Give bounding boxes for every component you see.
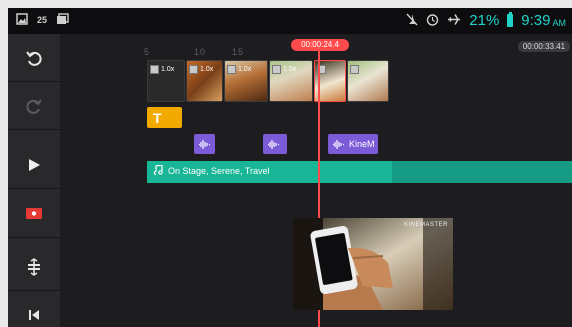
left-toolbar [8, 34, 60, 327]
skip-to-start-icon [29, 310, 39, 320]
audio-clip-label: KineM [349, 139, 375, 149]
music-track[interactable]: On Stage, Serene, Travel [147, 161, 572, 183]
silent-icon [406, 13, 418, 29]
clock-ampm: AM [552, 18, 567, 28]
video-clip[interactable]: 1.0x [147, 60, 185, 102]
music-track-label-wrap: On Stage, Serene, Travel [153, 165, 270, 176]
skip-to-start-button[interactable] [8, 291, 60, 327]
waveform-icon [199, 139, 210, 149]
video-clip[interactable] [347, 60, 389, 102]
audio-clip[interactable]: KineM [328, 134, 378, 154]
redo-icon [26, 98, 42, 114]
waveform-icon [333, 139, 344, 149]
video-clip[interactable]: 1.0x [224, 60, 268, 102]
play-button[interactable] [8, 141, 60, 189]
audio-clip[interactable] [194, 134, 215, 154]
battery-percent: 21% [469, 12, 500, 29]
layers-split-icon [28, 257, 40, 276]
airplane-icon [447, 13, 461, 29]
video-preview: KINEMASTER [293, 218, 453, 310]
layers-split-button[interactable] [8, 243, 60, 291]
clip-speed: 1.0x [150, 65, 174, 74]
status-bar-right: 21% 9:39 AM [406, 12, 566, 29]
preview-watermark: KINEMASTER [403, 222, 448, 228]
battery-icon [507, 12, 514, 27]
preview-frame [293, 218, 453, 310]
ruler-tick: 10 [194, 47, 207, 57]
status-bar: 25 21% 9:39 AM [8, 8, 572, 34]
calendar-icon: 25 [37, 15, 48, 25]
undo-icon [26, 50, 42, 66]
end-time: 00:00:33.41 [518, 41, 570, 52]
play-icon [29, 158, 40, 171]
video-clip[interactable]: 1.0x [269, 60, 313, 102]
clip-speed: 1.0x [227, 65, 251, 74]
alarm-icon [426, 13, 439, 29]
status-bar-left: 25 [16, 13, 69, 27]
record-icon [26, 208, 42, 219]
music-track-label: On Stage, Serene, Travel [168, 165, 270, 176]
undo-button[interactable] [8, 34, 60, 82]
ruler-tick: 15 [232, 47, 245, 57]
photos-icon [56, 13, 69, 27]
playhead-time[interactable]: 00:00:24.4 [291, 39, 349, 51]
video-clip[interactable]: 1.0x [186, 60, 223, 102]
clip-speed: 1.0x [272, 65, 296, 74]
text-layer-clip[interactable]: T [147, 107, 182, 128]
clip-speed [350, 65, 359, 74]
image-icon [16, 13, 28, 27]
clip-speed: 1.0x [189, 65, 213, 74]
phone-screen: 25 21% 9:39 AM 5 10 15 00:00:24.4 00:00:… [8, 8, 572, 327]
audio-clip[interactable] [263, 134, 287, 154]
music-note-icon [153, 165, 163, 176]
redo-button[interactable] [8, 82, 60, 130]
ruler-tick: 5 [144, 47, 151, 57]
record-button[interactable] [8, 190, 60, 238]
clock-time: 9:39 [521, 12, 551, 29]
waveform-icon [268, 139, 279, 149]
